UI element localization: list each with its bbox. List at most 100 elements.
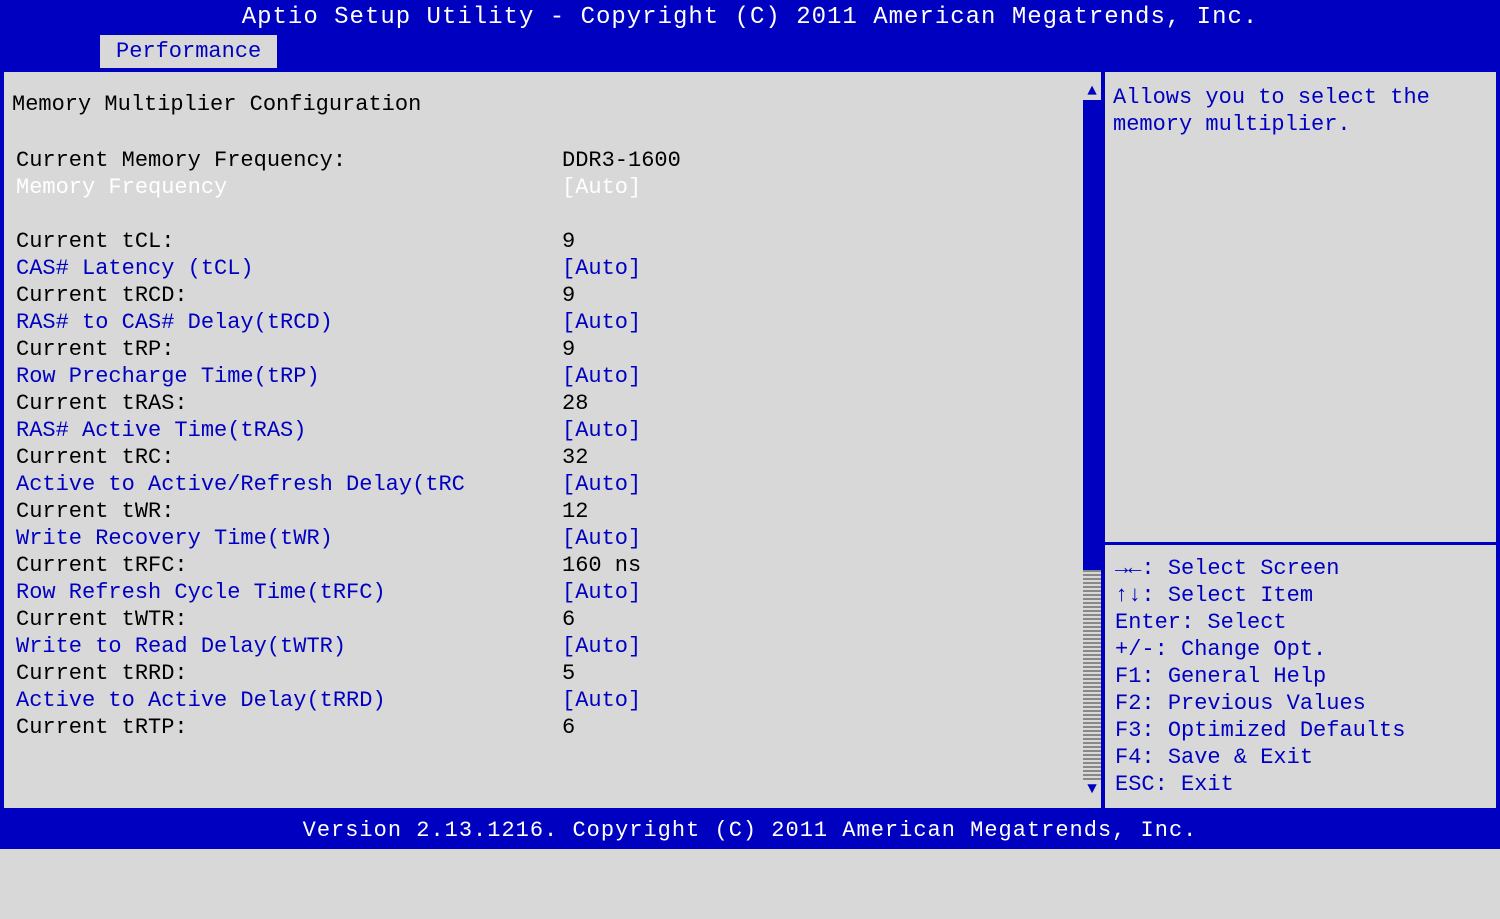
key-action: Select Item: [1168, 583, 1313, 608]
setting-label: CAS# Latency (tCL): [12, 255, 562, 282]
setting-value: 9: [562, 282, 1093, 309]
setting-label: Current tRAS:: [12, 390, 562, 417]
key-help: →←: Select Screen↑↓: Select ItemEnter: S…: [1105, 542, 1496, 808]
setting-row: Current Memory Frequency:DDR3-1600: [12, 147, 1093, 174]
setting-row: Current tRP:9: [12, 336, 1093, 363]
setting-row: Current tRFC:160 ns: [12, 552, 1093, 579]
setting-value: [Auto]: [562, 417, 1093, 444]
setting-label: Current tRP:: [12, 336, 562, 363]
setting-value: [Auto]: [562, 363, 1093, 390]
settings-panel: Memory Multiplier Configuration Current …: [4, 72, 1101, 808]
main-area: Memory Multiplier Configuration Current …: [0, 72, 1500, 812]
tab-bar: Performance: [0, 35, 1500, 72]
key-binding: F2: Previous Values: [1115, 690, 1488, 717]
key-action: Previous Values: [1168, 691, 1366, 716]
key-binding: F4: Save & Exit: [1115, 744, 1488, 771]
scrollbar-arrow-up-icon[interactable]: ▲: [1083, 82, 1101, 100]
key-name: F2: [1115, 691, 1141, 716]
setting-label: Current tRFC:: [12, 552, 562, 579]
tab-performance[interactable]: Performance: [100, 35, 277, 68]
setting-value: [Auto]: [562, 174, 1093, 201]
setting-label: Current tWR:: [12, 498, 562, 525]
scrollbar-arrow-down-icon[interactable]: ▼: [1083, 780, 1101, 798]
setting-label: Active to Active Delay(tRRD): [12, 687, 562, 714]
setting-row[interactable]: Active to Active Delay(tRRD)[Auto]: [12, 687, 1093, 714]
setting-value: 28: [562, 390, 1093, 417]
key-action: Optimized Defaults: [1168, 718, 1406, 743]
setting-value: 32: [562, 444, 1093, 471]
setting-value: 5: [562, 660, 1093, 687]
setting-label: Current tCL:: [12, 228, 562, 255]
spacer: [12, 201, 1093, 228]
setting-label: Current tRCD:: [12, 282, 562, 309]
setting-row: Current tRC:32: [12, 444, 1093, 471]
key-action: Save & Exit: [1168, 745, 1313, 770]
help-text: Allows you to select the memory multipli…: [1105, 72, 1496, 542]
key-name: ↑↓: [1115, 583, 1141, 608]
setting-row: Current tRAS:28: [12, 390, 1093, 417]
setting-label: Current tRTP:: [12, 714, 562, 741]
help-panel: Allows you to select the memory multipli…: [1101, 72, 1496, 808]
setting-row: Current tRRD:5: [12, 660, 1093, 687]
setting-label: Current tRRD:: [12, 660, 562, 687]
setting-row[interactable]: Active to Active/Refresh Delay(tRC[Auto]: [12, 471, 1093, 498]
setting-value: 9: [562, 336, 1093, 363]
setting-row[interactable]: Row Precharge Time(tRP)[Auto]: [12, 363, 1093, 390]
key-name: F4: [1115, 745, 1141, 770]
setting-label: Active to Active/Refresh Delay(tRC: [12, 471, 562, 498]
key-binding: ESC: Exit: [1115, 771, 1488, 798]
scrollbar-thumb[interactable]: [1083, 100, 1101, 570]
key-name: ESC: [1115, 772, 1155, 797]
key-name: +/-: [1115, 637, 1155, 662]
setting-value: [Auto]: [562, 309, 1093, 336]
header-title: Aptio Setup Utility - Copyright (C) 2011…: [242, 4, 1259, 31]
setting-label: Memory Frequency: [12, 174, 562, 201]
setting-value: DDR3-1600: [562, 147, 1093, 174]
key-binding: ↑↓: Select Item: [1115, 582, 1488, 609]
key-action: Select Screen: [1168, 556, 1340, 581]
setting-value: [Auto]: [562, 687, 1093, 714]
setting-label: Current tWTR:: [12, 606, 562, 633]
setting-value: 6: [562, 714, 1093, 741]
setting-value: [Auto]: [562, 633, 1093, 660]
setting-row[interactable]: RAS# Active Time(tRAS)[Auto]: [12, 417, 1093, 444]
tab-label: Performance: [116, 39, 261, 64]
setting-value: 6: [562, 606, 1093, 633]
setting-row[interactable]: Write to Read Delay(tWTR)[Auto]: [12, 633, 1093, 660]
key-action: Change Opt.: [1181, 637, 1326, 662]
setting-row[interactable]: RAS# to CAS# Delay(tRCD)[Auto]: [12, 309, 1093, 336]
setting-row[interactable]: Row Refresh Cycle Time(tRFC)[Auto]: [12, 579, 1093, 606]
setting-row: Current tRTP:6: [12, 714, 1093, 741]
setting-value: [Auto]: [562, 579, 1093, 606]
setting-value: 12: [562, 498, 1093, 525]
key-name: →←: [1115, 556, 1141, 581]
footer-text: Version 2.13.1216. Copyright (C) 2011 Am…: [303, 818, 1198, 843]
key-binding: F1: General Help: [1115, 663, 1488, 690]
setting-row[interactable]: CAS# Latency (tCL)[Auto]: [12, 255, 1093, 282]
setting-value: [Auto]: [562, 471, 1093, 498]
setting-label: Write to Read Delay(tWTR): [12, 633, 562, 660]
key-name: Enter: [1115, 610, 1181, 635]
setting-row[interactable]: Write Recovery Time(tWR)[Auto]: [12, 525, 1093, 552]
key-name: F3: [1115, 718, 1141, 743]
setting-label: Current Memory Frequency:: [12, 147, 562, 174]
setting-row: Current tCL:9: [12, 228, 1093, 255]
setting-row[interactable]: Memory Frequency[Auto]: [12, 174, 1093, 201]
scrollbar[interactable]: ▲ ▼: [1083, 82, 1101, 798]
setting-label: Row Refresh Cycle Time(tRFC): [12, 579, 562, 606]
key-binding: →←: Select Screen: [1115, 555, 1488, 582]
key-action: Exit: [1181, 772, 1234, 797]
setting-row: Current tWTR:6: [12, 606, 1093, 633]
setting-value: 9: [562, 228, 1093, 255]
setting-value: [Auto]: [562, 525, 1093, 552]
setting-row: Current tRCD:9: [12, 282, 1093, 309]
setting-label: Row Precharge Time(tRP): [12, 363, 562, 390]
key-name: F1: [1115, 664, 1141, 689]
bios-header: Aptio Setup Utility - Copyright (C) 2011…: [0, 0, 1500, 35]
setting-label: RAS# to CAS# Delay(tRCD): [12, 309, 562, 336]
key-binding: Enter: Select: [1115, 609, 1488, 636]
scrollbar-track: [1083, 570, 1101, 780]
setting-label: Current tRC:: [12, 444, 562, 471]
setting-value: [Auto]: [562, 255, 1093, 282]
key-action: Select: [1207, 610, 1286, 635]
